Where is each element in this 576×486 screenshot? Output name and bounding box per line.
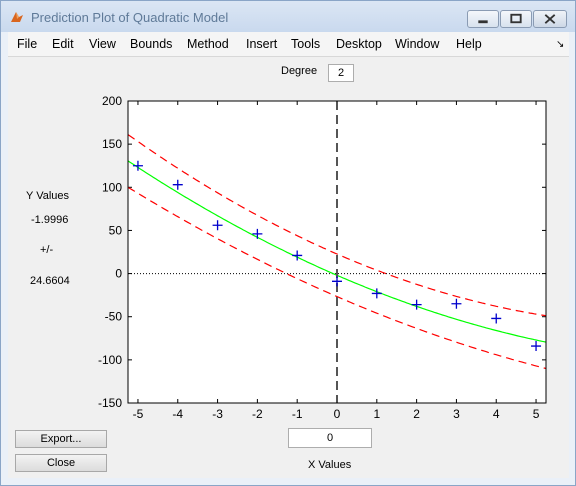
menu-help[interactable]: Help [456,37,482,51]
maximize-icon [510,13,522,24]
close-window-button[interactable] [533,10,567,28]
export-button[interactable]: Export... [15,430,107,448]
menu-method[interactable]: Method [187,37,229,51]
menu-window[interactable]: Window [395,37,439,51]
x-tick-label: 5 [533,407,540,421]
x-tick-label: -4 [172,407,183,421]
x-tick-label: 1 [373,407,380,421]
prediction-plot[interactable]: -5 -4 -3 -2 -1 0 1 2 3 4 5 -150 -100 -50 0 50 100 150 200 [8,57,569,427]
x-value-field[interactable]: 0 [288,428,372,448]
menu-view[interactable]: View [89,37,116,51]
x-tick-label: -2 [252,407,263,421]
y-tick-label: 50 [109,223,123,237]
maximize-button[interactable] [500,10,532,28]
y-tick-label: -150 [98,396,122,410]
x-tick-label: -5 [133,407,144,421]
menu-desktop[interactable]: Desktop [336,37,382,51]
x-tick-label: -1 [292,407,303,421]
y-tick-label: 200 [102,94,122,108]
y-tick-label: 150 [102,137,122,151]
x-tick-label: 2 [413,407,420,421]
menu-edit[interactable]: Edit [52,37,74,51]
y-tick-label: 0 [115,267,122,281]
y-tick-label: -50 [105,310,123,324]
window-title: Prediction Plot of Quadratic Model [31,10,229,25]
menu-bounds[interactable]: Bounds [130,37,172,51]
dock-arrow-icon[interactable]: ↘ [556,39,564,50]
matlab-icon [11,12,23,22]
x-tick-label: 3 [453,407,460,421]
close-icon [544,14,556,24]
menu-bar: File Edit View Bounds Method Insert Tool… [8,32,569,57]
close-button[interactable]: Close [15,454,107,472]
menu-insert[interactable]: Insert [246,37,277,51]
menu-file[interactable]: File [17,37,37,51]
figure-client: Degree 2 Y Values -1.9996 +/- 24.6604 -5… [8,57,569,478]
title-bar[interactable]: Prediction Plot of Quadratic Model [1,1,575,32]
x-tick-label: 0 [334,407,341,421]
figure-window: Prediction Plot of Quadratic Model File … [0,0,576,486]
x-tick-label: -3 [212,407,223,421]
minimize-button[interactable] [467,10,499,28]
menu-tools[interactable]: Tools [291,37,320,51]
y-tick-label: -100 [98,353,122,367]
x-values-label: X Values [308,459,352,471]
x-tick-label: 4 [493,407,500,421]
minimize-icon [478,20,488,24]
y-tick-label: 100 [102,180,122,194]
